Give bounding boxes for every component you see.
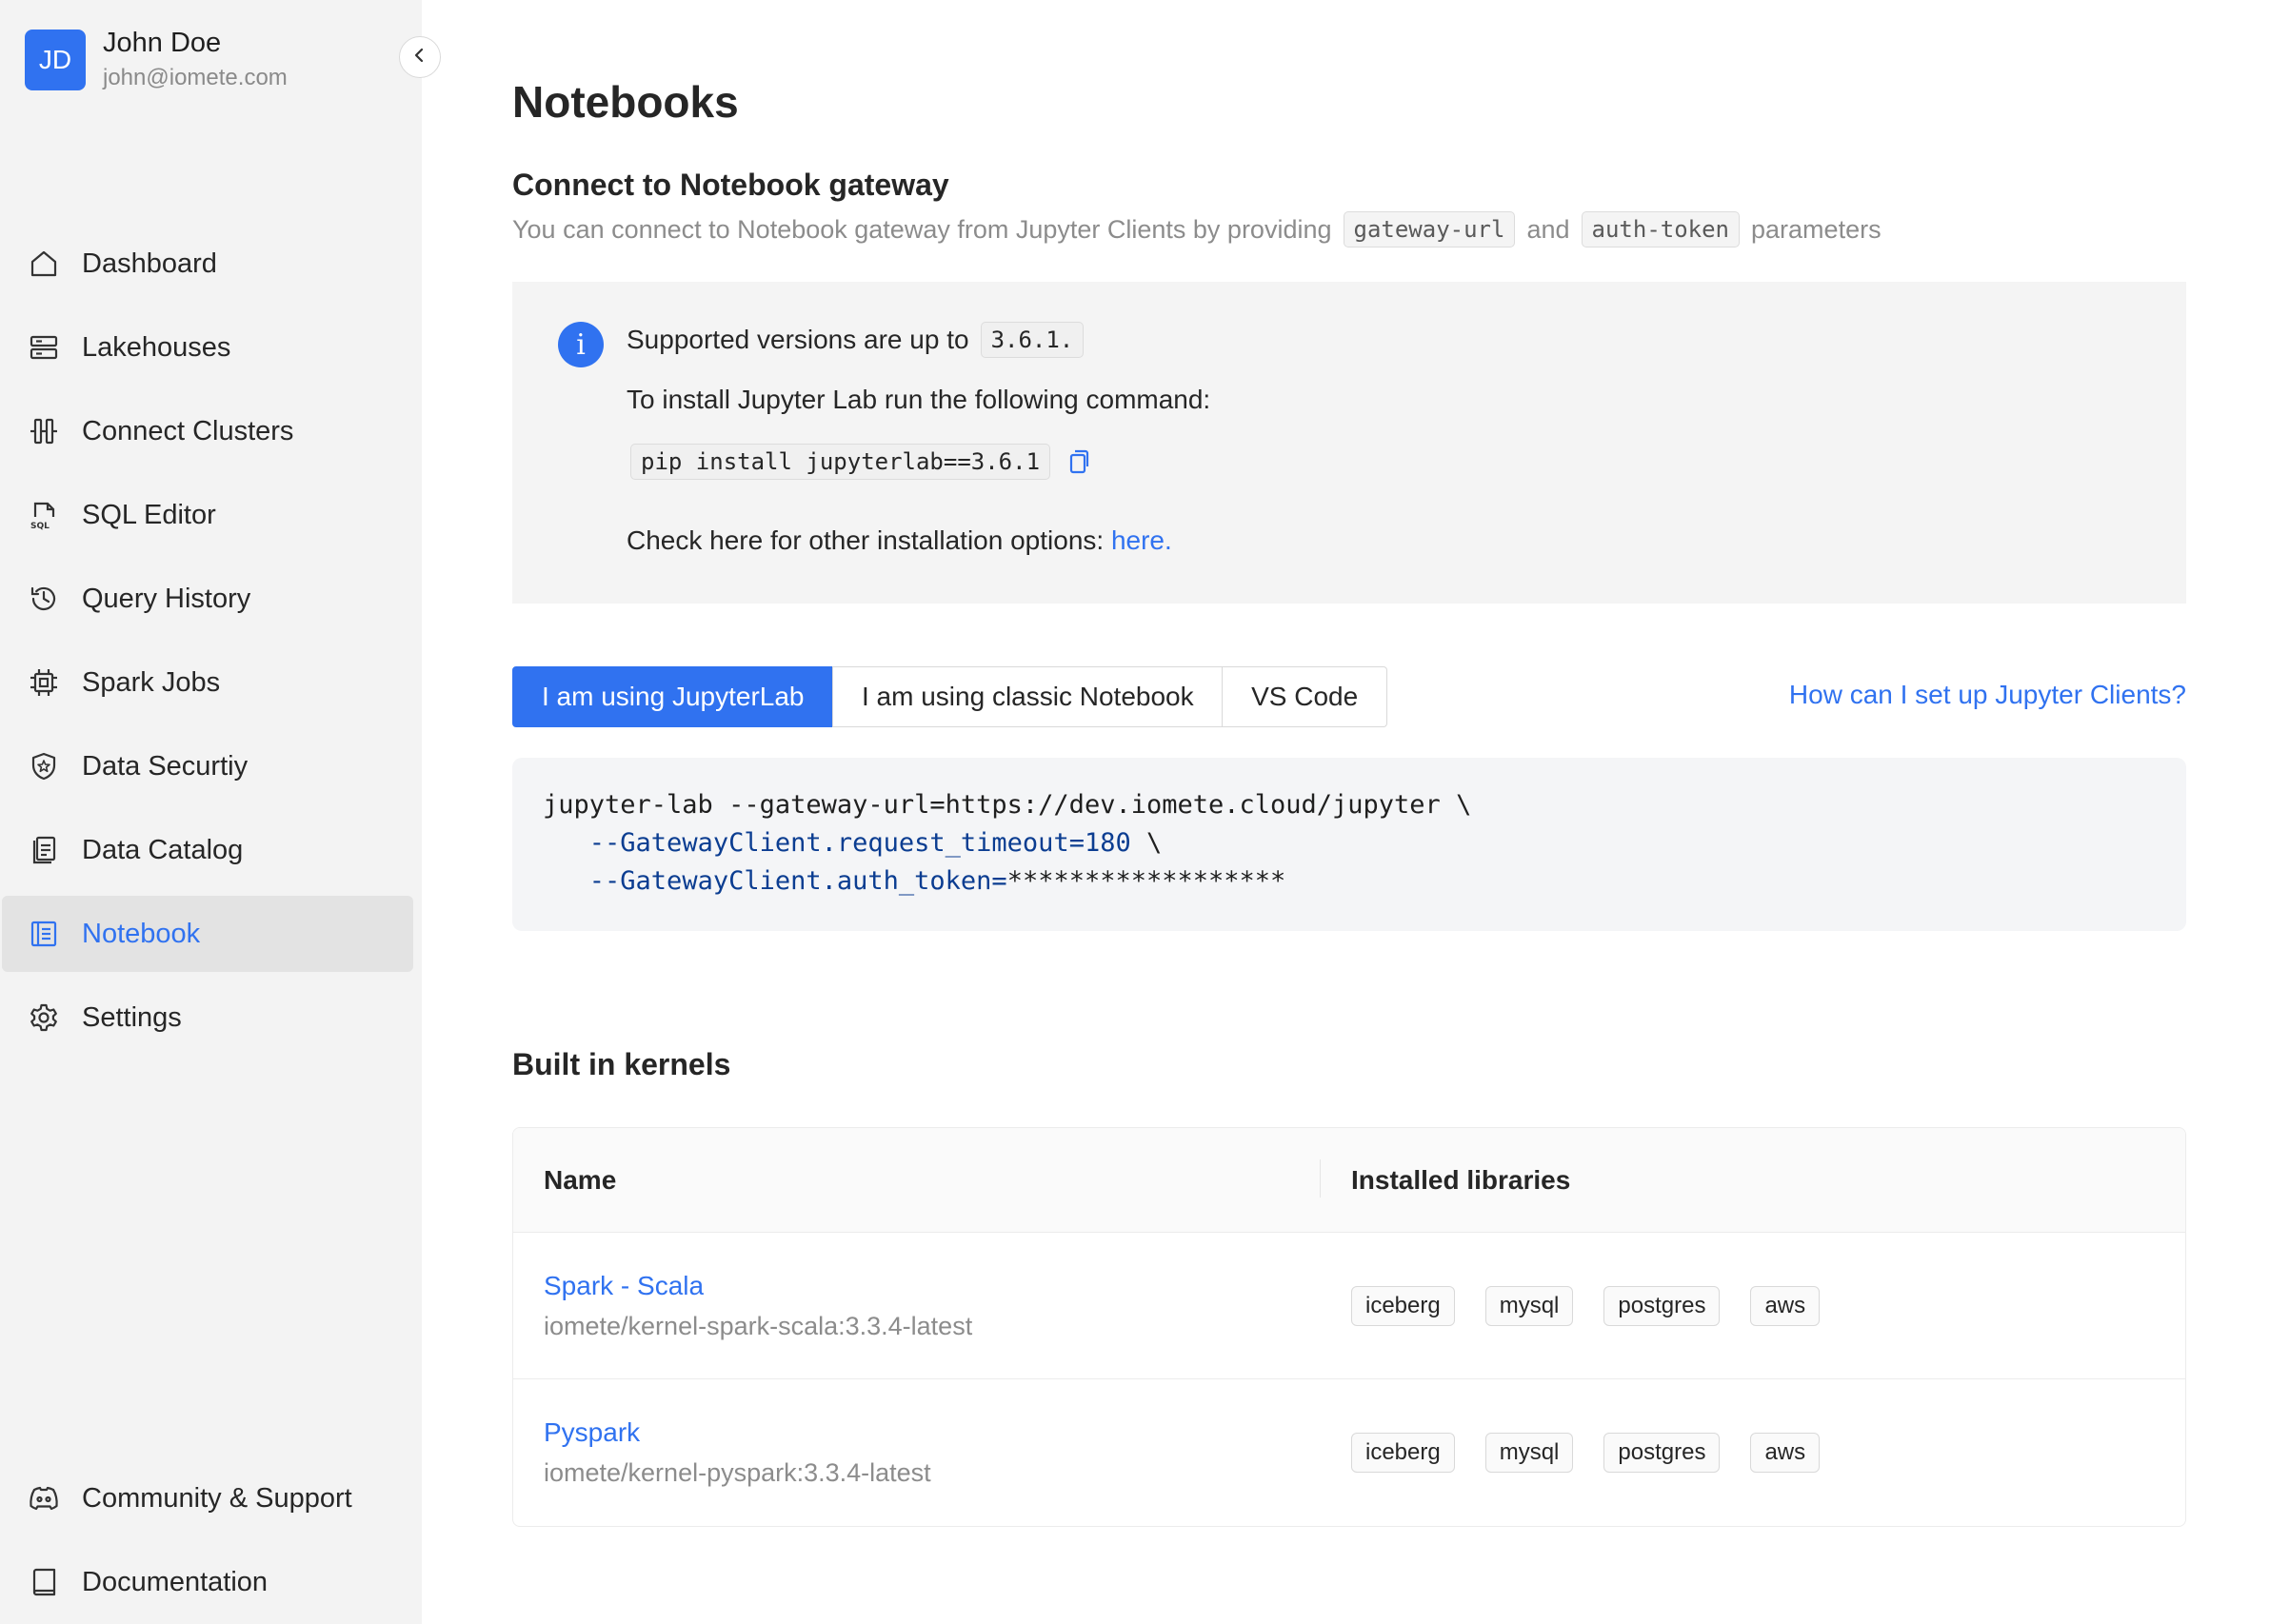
library-tag: mysql <box>1484 1433 1574 1473</box>
library-tag: aws <box>1750 1433 1821 1473</box>
server-icon <box>27 330 61 365</box>
svg-text:SQL: SQL <box>30 522 50 530</box>
code-line-3-option: --GatewayClient.auth_token= <box>588 866 1007 896</box>
tab-vs-code[interactable]: VS Code <box>1222 666 1388 727</box>
sidebar-item-spark-jobs[interactable]: Spark Jobs <box>2 644 413 721</box>
discord-icon <box>27 1481 61 1515</box>
user-email: john@iomete.com <box>103 65 288 90</box>
installation-options-link[interactable]: here. <box>1111 525 1172 555</box>
info-box: i Supported versions are up to 3.6.1. To… <box>512 282 2186 604</box>
column-header-name: Name <box>513 1159 1321 1198</box>
sidebar-item-label: Dashboard <box>82 248 217 279</box>
sidebar-item-label: SQL Editor <box>82 499 216 530</box>
sidebar-item-dashboard[interactable]: Dashboard <box>2 226 413 302</box>
catalog-icon <box>27 833 61 867</box>
sidebar-item-documentation[interactable]: Documentation <box>2 1544 413 1620</box>
sidebar-item-label: Spark Jobs <box>82 666 221 698</box>
connect-section-title: Connect to Notebook gateway <box>512 168 949 202</box>
installation-options: Check here for other installation option… <box>627 525 1172 556</box>
library-tag: aws <box>1750 1285 1821 1326</box>
install-command-row: pip install jupyterlab==3.6.1 <box>630 444 1092 480</box>
version-chip: 3.6.1. <box>980 322 1085 358</box>
library-tag: postgres <box>1603 1285 1721 1326</box>
setup-help-link[interactable]: How can I set up Jupyter Clients? <box>1789 680 2186 710</box>
sidebar-item-label: Settings <box>82 1001 182 1033</box>
code-line-3-rest: ****************** <box>1006 866 1286 896</box>
gateway-url-param: gateway-url <box>1343 211 1516 248</box>
connect-clusters-icon <box>27 414 61 448</box>
sidebar-item-label: Documentation <box>82 1566 269 1597</box>
cpu-chip-icon <box>27 665 61 700</box>
sidebar-item-label: Data Securtiy <box>82 750 249 782</box>
table-row: Spark - Scala iomete/kernel-spark-scala:… <box>513 1233 2185 1379</box>
sidebar-item-label: Query History <box>82 583 251 614</box>
shield-icon <box>27 749 61 783</box>
sidebar-item-label: Data Catalog <box>82 834 244 865</box>
code-line-2-rest: \ <box>1130 828 1163 858</box>
sql-file-icon: SQL <box>27 498 61 532</box>
book-icon <box>27 1565 61 1599</box>
sidebar-item-sql-editor[interactable]: SQL SQL Editor <box>2 477 413 553</box>
sidebar-item-connect-clusters[interactable]: Connect Clusters <box>2 393 413 469</box>
tab-classic-notebook[interactable]: I am using classic Notebook <box>832 666 1224 727</box>
info-icon: i <box>558 322 604 367</box>
auth-token-param: auth-token <box>1581 211 1741 248</box>
collapse-sidebar-button[interactable] <box>399 36 441 78</box>
user-name: John Doe <box>103 28 222 58</box>
sidebar-item-label: Community & Support <box>82 1482 352 1514</box>
connect-desc-prefix: You can connect to Notebook gateway from… <box>512 214 1332 244</box>
gear-icon <box>27 1000 61 1035</box>
sidebar-item-query-history[interactable]: Query History <box>2 561 413 637</box>
notebook-icon <box>27 917 61 951</box>
kernels-table: Name Installed libraries Spark - Scala i… <box>512 1127 2186 1527</box>
code-line-1: jupyter-lab --gateway-url=https://dev.io… <box>543 790 1472 820</box>
kernel-name-link[interactable]: Pyspark <box>544 1413 1321 1453</box>
code-line-2-option: --GatewayClient.request_timeout=180 <box>588 828 1131 858</box>
sidebar-item-lakehouses[interactable]: Lakehouses <box>2 309 413 386</box>
install-command[interactable]: pip install jupyterlab==3.6.1 <box>630 444 1051 480</box>
library-tag: postgres <box>1603 1433 1721 1473</box>
connect-desc-and: and <box>1526 214 1570 244</box>
code-block[interactable]: jupyter-lab --gateway-url=https://dev.io… <box>512 758 2186 931</box>
library-tag: iceberg <box>1351 1433 1455 1473</box>
installation-options-text: Check here for other installation option… <box>627 525 1105 555</box>
copy-icon[interactable] <box>1065 448 1092 475</box>
kernels-section-title: Built in kernels <box>512 1047 731 1081</box>
sidebar-item-data-security[interactable]: Data Securtiy <box>2 728 413 804</box>
sidebar-item-label: Lakehouses <box>82 331 231 363</box>
library-tag: mysql <box>1484 1285 1574 1326</box>
user-profile[interactable]: JD John Doe john@iomete.com <box>25 25 288 95</box>
supported-versions: Supported versions are up to 3.6.1. <box>627 322 1095 358</box>
connect-desc-suffix: parameters <box>1751 214 1882 244</box>
table-header: Name Installed libraries <box>513 1128 2185 1233</box>
sidebar-nav: Dashboard Lakehouses Connect Clusters SQ… <box>2 226 413 1063</box>
sidebar: JD John Doe john@iomete.com Dashboard La… <box>0 0 422 1624</box>
kernel-image: iomete/kernel-spark-scala:3.3.4-latest <box>544 1311 973 1340</box>
client-tabs: I am using JupyterLab I am using classic… <box>512 666 1388 727</box>
install-instruction: To install Jupyter Lab run the following… <box>627 385 1211 414</box>
sidebar-item-community-support[interactable]: Community & Support <box>2 1460 413 1536</box>
table-row: Pyspark iomete/kernel-pyspark:3.3.4-late… <box>513 1379 2185 1526</box>
kernel-name-link[interactable]: Spark - Scala <box>544 1266 1321 1306</box>
sidebar-item-settings[interactable]: Settings <box>2 980 413 1056</box>
sidebar-item-label: Connect Clusters <box>82 415 294 446</box>
tab-jupyterlab[interactable]: I am using JupyterLab <box>512 666 834 727</box>
avatar: JD <box>25 30 86 90</box>
connect-description: You can connect to Notebook gateway from… <box>512 211 1882 248</box>
sidebar-item-data-catalog[interactable]: Data Catalog <box>2 812 413 888</box>
kernel-image: iomete/kernel-pyspark:3.3.4-latest <box>544 1458 931 1487</box>
column-header-libraries: Installed libraries <box>1351 1164 1571 1195</box>
library-tags: iceberg mysql postgres aws <box>1321 1433 1850 1473</box>
sidebar-item-label: Notebook <box>82 918 201 949</box>
library-tags: iceberg mysql postgres aws <box>1321 1285 1850 1326</box>
chevron-left-icon <box>411 47 428 69</box>
home-icon <box>27 247 61 281</box>
library-tag: iceberg <box>1351 1285 1455 1326</box>
sidebar-item-notebook[interactable]: Notebook <box>2 896 413 972</box>
sidebar-bottom-nav: Community & Support Documentation <box>2 1460 413 1624</box>
history-icon <box>27 582 61 616</box>
supported-versions-text: Supported versions are up to <box>627 325 969 354</box>
page-title: Notebooks <box>512 77 739 127</box>
